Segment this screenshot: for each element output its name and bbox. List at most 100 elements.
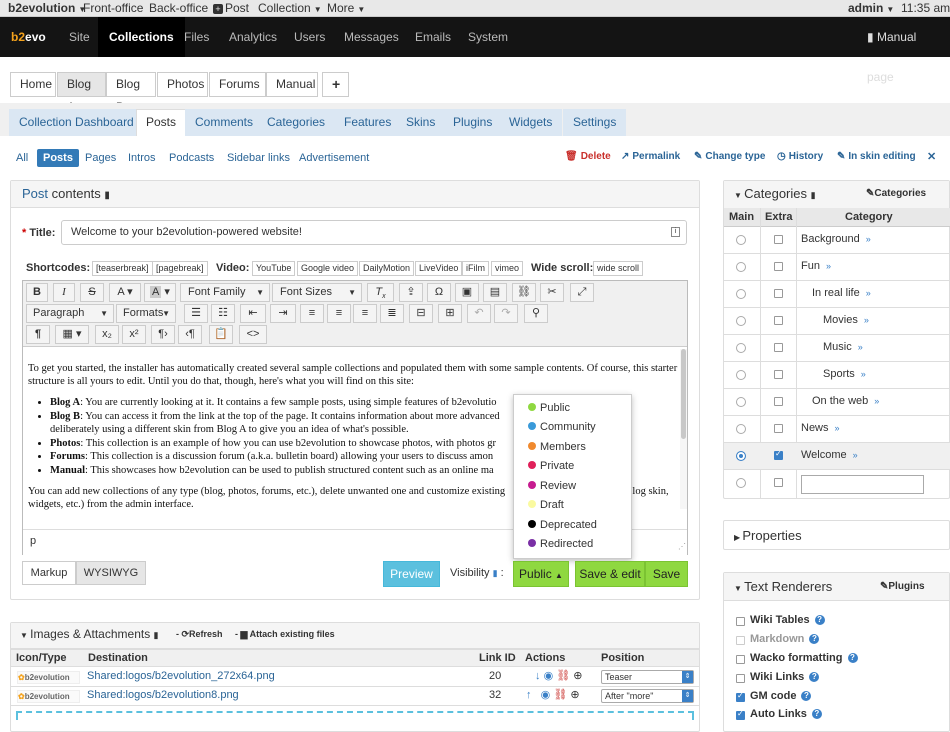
main-radio[interactable] [736, 478, 746, 488]
tab-categories[interactable]: Categories [257, 109, 336, 136]
insert-icon[interactable]: ⊕ [570, 689, 579, 701]
coll-tab-blog-b[interactable]: Blog B [106, 72, 156, 114]
extra-checkbox[interactable]: ✓ [774, 449, 783, 460]
main-radio[interactable] [736, 370, 746, 380]
formats-select[interactable]: Formats ▼ [116, 304, 176, 323]
nav-collections[interactable]: Collections [98, 17, 185, 57]
resize-handle-icon[interactable]: ⋰ [678, 542, 686, 551]
font-sizes-select[interactable]: Font Sizes ▼ [272, 283, 362, 302]
pagebreak-icon[interactable]: ⊟ [409, 304, 433, 323]
wysiwyg-tab[interactable]: WYSIWYG [76, 561, 146, 585]
brand-menu[interactable]: b2evolution ▼ [8, 1, 86, 15]
renderer-checkbox[interactable]: ✓ [736, 691, 745, 702]
extra-checkbox[interactable] [774, 478, 783, 487]
categories-link[interactable]: ✎Categories [866, 188, 926, 199]
move-down-icon[interactable]: ↓ [535, 670, 541, 682]
tab-widgets[interactable]: Widgets [499, 109, 563, 136]
nav-files[interactable]: Files [173, 17, 220, 57]
renderer-checkbox[interactable] [736, 674, 745, 683]
shortcode-pagebreak[interactable]: [pagebreak] [152, 261, 208, 276]
chevron-right-icon[interactable]: » [861, 369, 866, 379]
help-icon[interactable]: ? [801, 691, 812, 701]
outdent-icon[interactable]: ⇤ [240, 304, 266, 323]
main-radio[interactable] [736, 262, 746, 272]
type-tab-intros[interactable]: Intros [128, 149, 156, 167]
nav-analytics[interactable]: Analytics [218, 17, 288, 57]
extra-checkbox[interactable] [774, 397, 783, 406]
align-center-icon[interactable]: ≡ [327, 304, 351, 323]
editor-scrollbar[interactable] [680, 349, 687, 509]
extra-checkbox[interactable] [774, 235, 783, 244]
categories-title[interactable]: ▼ Categories ▮ [734, 186, 816, 201]
preview-button[interactable]: Preview [383, 561, 440, 587]
history-action[interactable]: ◷ History [777, 149, 823, 165]
user-menu[interactable]: admin ▼ [848, 1, 894, 15]
numbered-list-icon[interactable]: ☷ [211, 304, 235, 323]
main-radio[interactable] [736, 343, 746, 353]
nav-messages[interactable]: Messages [333, 17, 410, 57]
visibility-option-public[interactable]: Public [528, 402, 570, 414]
help-icon[interactable]: ? [809, 672, 820, 682]
main-radio[interactable] [736, 316, 746, 326]
extra-checkbox[interactable] [774, 424, 783, 433]
nav-emails[interactable]: Emails [404, 17, 462, 57]
visibility-public-button[interactable]: Public ▲ [513, 561, 569, 587]
video-livevideo[interactable]: LiveVideo [415, 261, 463, 276]
tab-skins[interactable]: Skins [396, 109, 446, 136]
inskin-action[interactable]: ✎ In skin editing [837, 149, 916, 165]
visibility-option-private[interactable]: Private [528, 460, 574, 472]
chevron-right-icon[interactable]: » [874, 396, 879, 406]
extra-checkbox[interactable] [774, 343, 783, 352]
visibility-option-members[interactable]: Members [528, 441, 586, 453]
properties-title[interactable]: ▶ Properties [734, 528, 802, 543]
type-tab-advertisement[interactable]: Advertisement [299, 149, 369, 167]
help-icon[interactable]: ? [811, 709, 822, 719]
help-icon[interactable]: ? [814, 615, 825, 625]
fullscreen-icon[interactable]: ⤢ [570, 283, 594, 302]
unlink-icon[interactable]: ⛓ [556, 670, 570, 682]
coll-tab-home[interactable]: Home [10, 72, 56, 97]
extra-checkbox[interactable] [774, 289, 783, 298]
chevron-right-icon[interactable]: » [858, 342, 863, 352]
visibility-option-redirected[interactable]: Redirected [528, 538, 593, 550]
chevron-right-icon[interactable]: » [866, 234, 871, 244]
find-icon[interactable]: ⚲ [524, 304, 548, 323]
attachment-destination[interactable]: Shared:logos/b2evolution_272x64.png [87, 670, 275, 682]
bold-button[interactable]: B [26, 283, 48, 302]
insert-icon[interactable]: ⊕ [573, 670, 582, 682]
save-edit-button[interactable]: Save & edit [575, 561, 645, 587]
chevron-right-icon[interactable]: » [866, 288, 871, 298]
visibility-option-community[interactable]: Community [528, 421, 596, 433]
nav-users[interactable]: Users [283, 17, 336, 57]
coll-tab-photos[interactable]: Photos [157, 72, 208, 97]
title-input[interactable]: Welcome to your b2evolution-powered webs… [61, 220, 687, 245]
clear-format-icon[interactable]: Tx [367, 283, 394, 302]
wide-scroll-button[interactable]: wide scroll [593, 261, 644, 276]
main-radio[interactable] [736, 451, 746, 461]
position-select[interactable]: After "more" ⇕ [601, 689, 694, 703]
extra-checkbox[interactable] [774, 262, 783, 271]
post-heading-link[interactable]: Post [22, 186, 48, 201]
markup-tab[interactable]: Markup [22, 561, 76, 585]
attachment-destination[interactable]: Shared:logos/b2evolution8.png [87, 689, 239, 701]
indent-icon[interactable]: ⇥ [270, 304, 296, 323]
position-select[interactable]: Teaser ⇕ [601, 670, 694, 684]
align-left-icon[interactable]: ≡ [300, 304, 324, 323]
font-family-select[interactable]: Font Family ▼ [180, 283, 270, 302]
rtl-icon[interactable]: ‹¶ [178, 325, 202, 344]
delete-action[interactable]: 🗑 Delete [565, 149, 611, 165]
save-button[interactable]: Save [645, 561, 688, 587]
italic-button[interactable]: I [53, 283, 75, 302]
tab-settings[interactable]: Settings [563, 109, 627, 136]
chevron-right-icon[interactable]: » [835, 423, 840, 433]
table-icon[interactable]: ▦ ▾ [55, 325, 89, 344]
chevron-right-icon[interactable]: » [853, 450, 858, 460]
main-radio[interactable] [736, 289, 746, 299]
main-radio[interactable] [736, 397, 746, 407]
coll-tab-manual[interactable]: Manual [266, 72, 318, 97]
superscript-icon[interactable]: x² [122, 325, 146, 344]
drop-zone[interactable] [16, 711, 694, 720]
help-icon[interactable]: ? [847, 653, 858, 663]
bullet-list-icon[interactable]: ☰ [184, 304, 208, 323]
teaserbreak-icon[interactable]: ⊞ [438, 304, 462, 323]
